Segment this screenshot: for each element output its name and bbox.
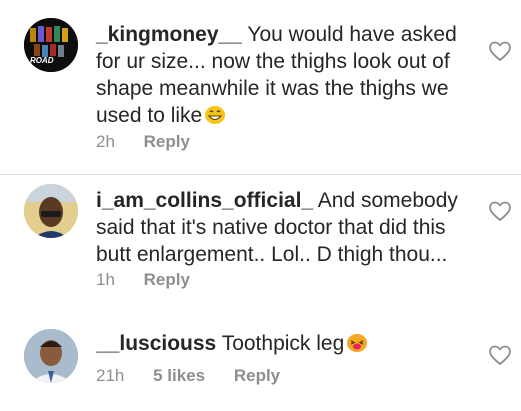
avatar-logo-text: ROAD: [30, 56, 54, 65]
like-heart-icon[interactable]: [488, 200, 512, 222]
comment-item: ROAD _kingmoney__ You would have asked f…: [0, 0, 521, 162]
reply-button[interactable]: Reply: [144, 132, 190, 151]
comment-body: i_am_collins_official_ And somebody said…: [96, 187, 461, 268]
comment-meta: 21h 5 likes Reply: [96, 366, 304, 386]
comment-body: __lusciouss Toothpick leg: [96, 330, 461, 357]
comment-text: Toothpick leg: [221, 332, 345, 355]
comment-timestamp: 2h: [96, 132, 115, 151]
avatar[interactable]: [24, 329, 78, 383]
comment-timestamp: 1h: [96, 270, 115, 289]
reply-button[interactable]: Reply: [144, 270, 190, 289]
comment-item: i_am_collins_official_ And somebody said…: [0, 176, 521, 296]
like-heart-icon[interactable]: [488, 344, 512, 366]
comment-username[interactable]: i_am_collins_official_: [96, 189, 313, 212]
comment-username[interactable]: _kingmoney__: [96, 23, 242, 46]
comment-divider: [0, 174, 521, 175]
comment-meta: 1h Reply: [96, 270, 214, 290]
comment-meta: 2h Reply: [96, 132, 214, 152]
comment-timestamp: 21h: [96, 366, 125, 385]
comment-username[interactable]: __lusciouss: [96, 332, 216, 355]
tongue-out-face-icon: [346, 333, 368, 353]
comment-body: _kingmoney__ You would have asked for ur…: [96, 21, 461, 129]
reply-button[interactable]: Reply: [234, 366, 280, 385]
grinning-face-icon: [204, 105, 226, 125]
avatar[interactable]: [24, 184, 78, 238]
like-heart-icon[interactable]: [488, 40, 512, 62]
avatar-image: [24, 184, 78, 238]
likes-count[interactable]: 5 likes: [153, 366, 205, 385]
avatar[interactable]: ROAD: [24, 18, 78, 72]
comment-item: __lusciouss Toothpick leg 21h 5 likes Re…: [0, 316, 521, 411]
avatar-image: [24, 329, 78, 383]
